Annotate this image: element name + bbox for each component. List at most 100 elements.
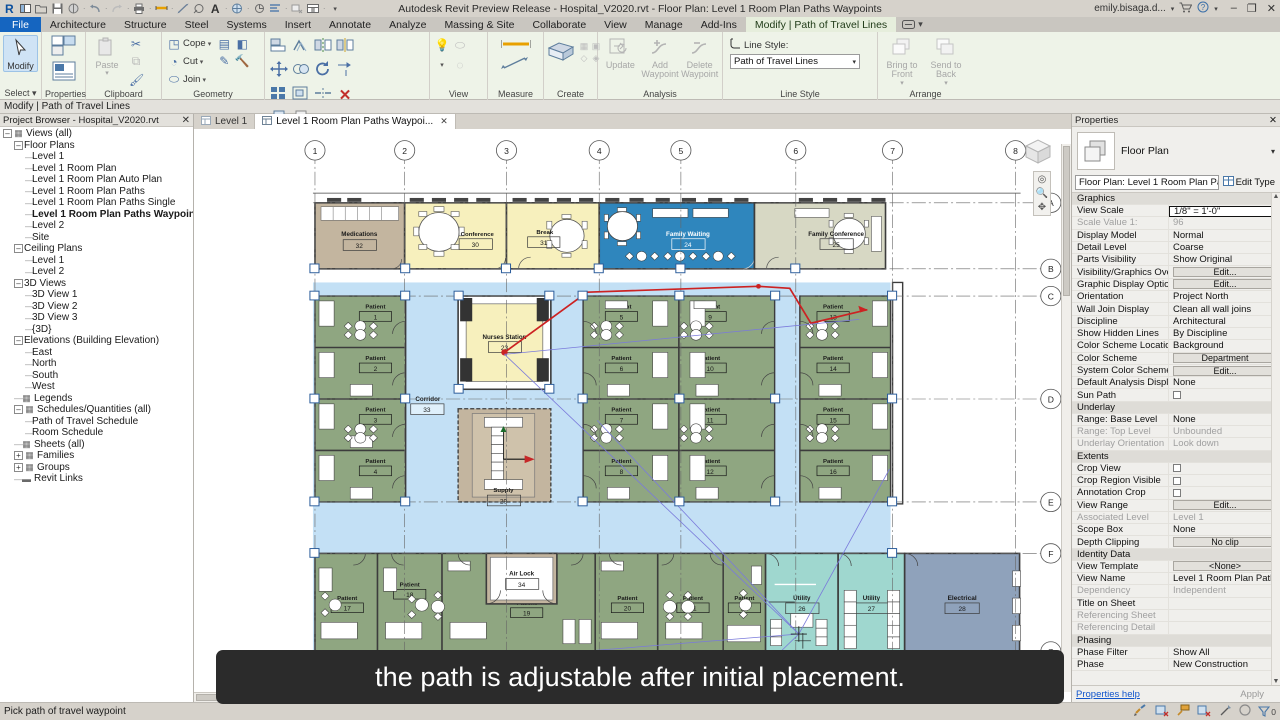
modify-button[interactable]: Modify: [3, 35, 38, 73]
property-row-phase[interactable]: Phase New Construction: [1072, 658, 1280, 672]
room-break[interactable]: Break 31: [505, 202, 601, 270]
property-value[interactable]: Architectural: [1169, 315, 1280, 327]
new-icon[interactable]: [18, 1, 33, 16]
scale-icon[interactable]: [292, 85, 310, 105]
undo-icon[interactable]: [88, 1, 103, 16]
delete-waypoint-button[interactable]: Delete Waypoint: [680, 35, 719, 80]
browser-node-ceiling-plans[interactable]: – Ceiling Plans: [0, 243, 193, 255]
property-edit-button[interactable]: Edit...: [1173, 267, 1277, 278]
browser-node-level-1-room-plan-paths-waypoints[interactable]: — Level 1 Room Plan Paths Waypoints: [0, 209, 193, 221]
ribbon-tab-file[interactable]: File: [0, 17, 41, 32]
trim-extend-icon[interactable]: [336, 61, 354, 81]
browser-node-north[interactable]: — North: [0, 358, 193, 370]
property-edit-button[interactable]: Edit...: [1173, 279, 1277, 290]
property-row-sun-path[interactable]: Sun Path: [1072, 389, 1280, 402]
property-row-color-scheme-location[interactable]: Color Scheme Location Background: [1072, 340, 1280, 353]
paint-icon[interactable]: ✎: [219, 54, 229, 68]
property-edit-button[interactable]: No clip: [1173, 537, 1277, 548]
browser-node-views-all[interactable]: – ▦ Views (all): [0, 128, 193, 140]
scroll-down-icon[interactable]: ▼: [1273, 678, 1280, 685]
close-hidden-windows-icon[interactable]: [290, 1, 305, 16]
browser-node-path-of-travel-schedule[interactable]: — Path of Travel Schedule: [0, 416, 193, 428]
browser-node-revit-links[interactable]: — ▬ Revit Links: [0, 473, 193, 485]
send-to-back-caret-icon[interactable]: ▾: [944, 80, 948, 87]
floor-plan-canvas[interactable]: Medications 32 Conference 30 Break 31 Fa…: [194, 129, 1071, 702]
navigation-bar[interactable]: ◎ 🔍 ✥: [1033, 171, 1051, 216]
edit-type-button[interactable]: Edit Type: [1221, 176, 1277, 189]
redo-dropdown-caret[interactable]: ·: [126, 4, 131, 13]
ribbon-tab-systems[interactable]: Systems: [218, 17, 276, 32]
create-group-icon[interactable]: [547, 40, 575, 67]
mirror-draw-axis-icon[interactable]: [336, 37, 354, 57]
property-edit-button[interactable]: <None>: [1173, 561, 1277, 572]
property-row-dependency[interactable]: Dependency Independent: [1072, 585, 1280, 598]
ribbon-display-options[interactable]: ▾: [896, 17, 929, 32]
browser-node-level-1-room-plan-paths-single[interactable]: — Level 1 Room Plan Paths Single: [0, 197, 193, 209]
property-value[interactable]: Level 1: [1169, 511, 1280, 524]
properties-close-icon[interactable]: ✕: [1269, 115, 1277, 126]
project-browser-close-icon[interactable]: ✕: [182, 115, 190, 126]
copy-element-icon[interactable]: [292, 61, 310, 81]
ribbon-tab-insert[interactable]: Insert: [276, 17, 320, 32]
property-row-scale-value-1[interactable]: Scale Value 1: 96: [1072, 217, 1280, 230]
ribbon-tab-modify-path-of-travel-lines[interactable]: Modify | Path of Travel Lines: [745, 17, 897, 32]
ribbon-tab-view[interactable]: View: [595, 17, 636, 32]
property-row-system-color-schemes[interactable]: System Color Schemes Edit...: [1072, 364, 1280, 378]
property-value[interactable]: Clean all wall joins: [1169, 303, 1280, 315]
line-style-caret-icon[interactable]: ▾: [852, 58, 856, 66]
ribbon-tab-add-ins[interactable]: Add-Ins: [692, 17, 746, 32]
ribbon-tab-manage[interactable]: Manage: [636, 17, 692, 32]
property-value[interactable]: 96: [1169, 217, 1280, 229]
property-row-color-scheme[interactable]: Color Scheme Department: [1072, 352, 1280, 365]
create-similar-icon[interactable]: ▦: [580, 41, 589, 52]
edit-group-icon[interactable]: ◇: [581, 53, 588, 64]
property-value[interactable]: Edit...: [1169, 499, 1280, 511]
browser-node-level-1-room-plan[interactable]: — Level 1 Room Plan: [0, 163, 193, 175]
property-row-view-name[interactable]: View Name Level 1 Room Plan Path...: [1072, 573, 1280, 586]
property-value[interactable]: [1169, 389, 1280, 401]
browser-node-floor-plans[interactable]: – Floor Plans: [0, 140, 193, 152]
revit-logo-icon[interactable]: R: [2, 2, 17, 16]
browser-node-3d-view-2[interactable]: —3D View 2: [0, 301, 193, 313]
room-conference[interactable]: Conference 30: [403, 202, 508, 270]
room-utility-26[interactable]: Utility 26: [764, 552, 839, 653]
measure-icon[interactable]: [176, 1, 191, 16]
room-supply[interactable]: Supply 29: [457, 408, 552, 507]
ribbon-tab-analyze[interactable]: Analyze: [380, 17, 435, 32]
ribbon-tab-structure[interactable]: Structure: [115, 17, 176, 32]
browser-node-groups[interactable]: + ▦ Groups: [0, 462, 193, 474]
collapse-icon[interactable]: –: [14, 405, 23, 415]
bring-to-front-caret-icon[interactable]: ▾: [900, 80, 904, 87]
browser-node-3d-view-1[interactable]: —3D View 1: [0, 289, 193, 301]
tag-icon[interactable]: [192, 1, 207, 16]
properties-scrollbar[interactable]: ▲ ▼: [1271, 193, 1280, 685]
browser-node-elevations-building-elevation[interactable]: – Elevations (Building Elevation): [0, 335, 193, 347]
join-caret-icon[interactable]: ▾: [202, 76, 206, 84]
zoom-icon[interactable]: 🔍: [1036, 188, 1048, 199]
cope-caret-icon[interactable]: ▾: [208, 40, 212, 48]
property-row-associated-level[interactable]: Associated Level Level 1: [1072, 511, 1280, 525]
scroll-up-icon[interactable]: ▲: [1273, 193, 1280, 200]
browser-node-sheets-all[interactable]: — ▦ Sheets (all): [0, 439, 193, 451]
paste-caret-icon[interactable]: ▾: [105, 70, 109, 77]
collapse-icon[interactable]: –: [14, 140, 23, 150]
qat-customize-caret[interactable]: ▾: [328, 1, 343, 16]
property-value[interactable]: Background: [1169, 340, 1280, 352]
property-value[interactable]: Unbounded: [1169, 426, 1280, 438]
select-links-icon[interactable]: [1134, 703, 1148, 720]
bring-to-front-button[interactable]: Bring to Front ▾: [881, 35, 923, 87]
measure-between-references-icon[interactable]: [500, 56, 531, 73]
property-checkbox[interactable]: [1173, 464, 1181, 473]
property-value[interactable]: Coarse: [1169, 241, 1280, 254]
override-graphics-icon[interactable]: ⬭: [455, 38, 465, 53]
grid-bubbles-right[interactable]: [1040, 192, 1062, 662]
quick-access-toolbar[interactable]: R · · · · · A · · · · ▾: [0, 0, 343, 17]
property-value[interactable]: [1169, 487, 1280, 499]
browser-node-legends[interactable]: — ▦ Legends: [0, 393, 193, 405]
property-value[interactable]: <None>: [1169, 560, 1280, 573]
properties-type-selector[interactable]: Floor Plan: Level 1 Room Plan Paths W ▾: [1075, 175, 1219, 190]
wall-joins-icon[interactable]: 🔨: [235, 54, 250, 68]
cut-to-clipboard-button[interactable]: ✂: [127, 35, 145, 52]
apply-button[interactable]: Apply: [1228, 689, 1276, 700]
thin-lines-icon[interactable]: [268, 1, 283, 16]
